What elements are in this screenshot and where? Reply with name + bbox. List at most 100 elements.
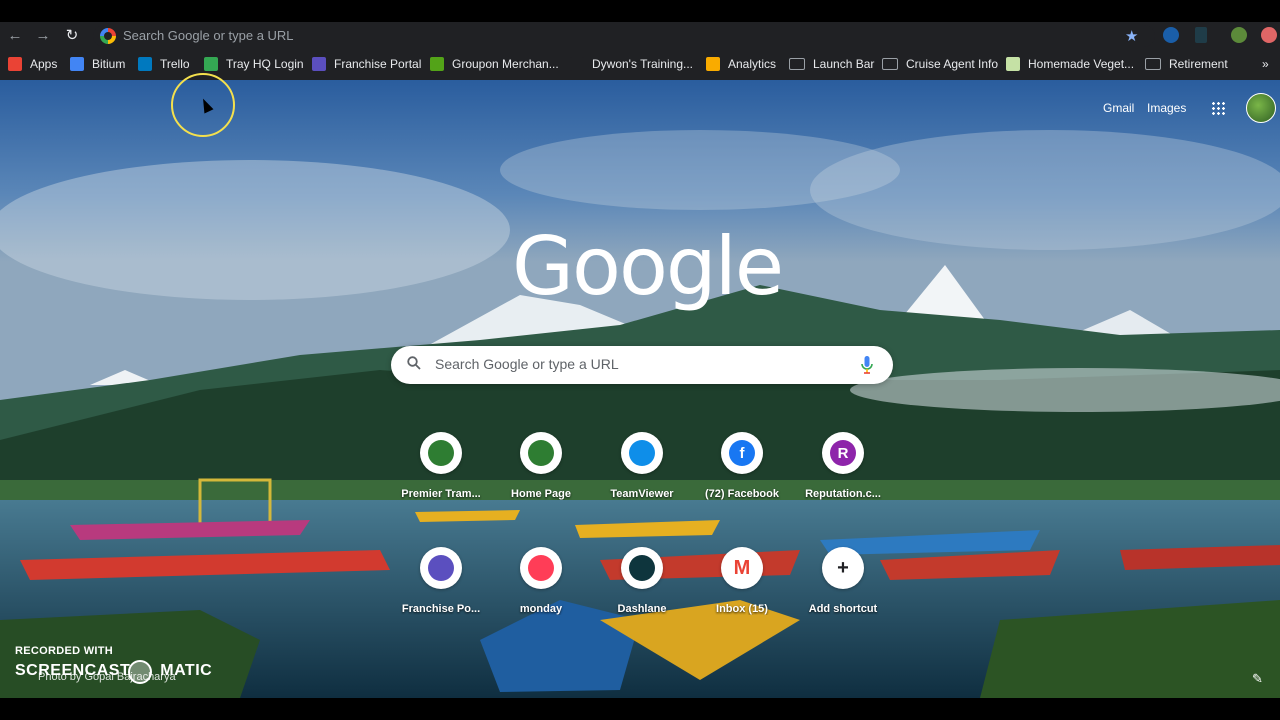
shortcut-tile[interactable]: M Inbox (15) xyxy=(692,541,792,641)
reload-icon[interactable]: ↻ xyxy=(62,26,82,46)
shortcut-icon xyxy=(520,547,562,589)
address-bar-placeholder[interactable]: Search Google or type a URL xyxy=(123,28,294,43)
bookmark-item[interactable]: Tray HQ Login xyxy=(204,57,304,71)
shortcut-tile[interactable]: Premier Tram... xyxy=(391,426,491,526)
shortcut-icon: + xyxy=(822,547,864,589)
watermark-screencast-text: SCREENCAST xyxy=(15,662,131,679)
search-icon xyxy=(407,356,421,370)
shortcut-label: monday xyxy=(519,603,563,615)
folder-icon xyxy=(1145,58,1161,70)
shortcut-glyph xyxy=(629,555,655,581)
shortcut-label: Premier Tram... xyxy=(401,488,481,500)
shortcut-glyph xyxy=(428,440,454,466)
shortcut-label: Inbox (15) xyxy=(716,603,768,615)
groupon-icon xyxy=(430,57,444,71)
shortcut-glyph: + xyxy=(837,556,849,579)
watermark-recorded-with: RECORDED WITH xyxy=(15,645,114,657)
shortcut-glyph: f xyxy=(729,440,755,466)
shortcut-tile[interactable]: R Reputation.c... xyxy=(793,426,893,526)
shortcut-icon xyxy=(520,432,562,474)
bookmark-label: Tray HQ Login xyxy=(226,57,304,71)
bookmark-item[interactable]: Apps xyxy=(8,57,57,71)
gmail-link[interactable]: Gmail xyxy=(1103,101,1134,115)
page-icon xyxy=(1006,57,1020,71)
bookmark-item[interactable]: Dywon's Training... xyxy=(570,57,693,71)
bookmark-item[interactable]: Cruise Agent Info xyxy=(882,57,998,71)
bitium-icon xyxy=(70,57,84,71)
bookmark-item[interactable]: Franchise Portal xyxy=(312,57,421,71)
bookmark-item[interactable]: Bitium xyxy=(70,57,125,71)
search-input[interactable] xyxy=(433,355,837,373)
shortcut-glyph xyxy=(428,555,454,581)
customize-pencil-icon[interactable]: ✎ xyxy=(1252,671,1263,687)
screen-top-border xyxy=(0,0,1280,22)
shortcut-icon: f xyxy=(721,432,763,474)
extension-icon[interactable] xyxy=(1195,27,1207,43)
screen-bottom-border xyxy=(0,698,1280,720)
google-logo: Google xyxy=(512,220,784,313)
search-box[interactable] xyxy=(391,346,893,384)
shortcut-label: Franchise Po... xyxy=(401,603,481,615)
shortcut-tile[interactable]: f (72) Facebook xyxy=(692,426,792,526)
account-avatar[interactable] xyxy=(1246,93,1276,123)
watermark-matic-text: MATIC xyxy=(160,662,213,679)
back-icon[interactable]: ← xyxy=(5,26,25,46)
bookmark-label: Trello xyxy=(160,57,190,71)
shortcut-glyph xyxy=(528,555,554,581)
images-link[interactable]: Images xyxy=(1147,101,1186,115)
github-icon xyxy=(570,57,584,71)
franchise-icon xyxy=(312,57,326,71)
bookmarks-overflow-icon[interactable]: » xyxy=(1262,57,1269,71)
shortcut-icon xyxy=(420,432,462,474)
shortcut-icon xyxy=(621,432,663,474)
bookmark-label: Bitium xyxy=(92,57,126,71)
tray-icon xyxy=(204,57,218,71)
shortcut-label: (72) Facebook xyxy=(705,488,779,500)
google-g-icon xyxy=(100,28,116,44)
bookmark-label: Groupon Merchan... xyxy=(452,57,559,71)
shortcut-tile[interactable]: + Add shortcut xyxy=(793,541,893,641)
shortcut-label: Reputation.c... xyxy=(805,488,881,500)
shortcut-glyph xyxy=(629,440,655,466)
bookmark-label: Analytics xyxy=(728,57,777,71)
microphone-icon[interactable] xyxy=(861,356,873,374)
shortcut-icon: M xyxy=(721,547,763,589)
forward-icon[interactable]: → xyxy=(33,26,53,46)
shortcut-icon xyxy=(621,547,663,589)
bookmark-item[interactable]: Analytics xyxy=(706,57,776,71)
screencast-logo-icon xyxy=(128,660,152,684)
shortcut-label: Dashlane xyxy=(617,603,667,615)
trello-icon xyxy=(138,57,152,71)
bookmark-label: Dywon's Training... xyxy=(592,57,693,71)
shortcut-glyph xyxy=(528,440,554,466)
bookmark-label: Cruise Agent Info xyxy=(906,57,999,71)
folder-icon xyxy=(882,58,898,70)
bookmark-label: Apps xyxy=(30,57,58,71)
bookmark-item[interactable]: Launch Bar xyxy=(789,57,874,71)
update-icon[interactable] xyxy=(1261,27,1277,43)
folder-icon xyxy=(789,58,805,70)
shortcut-label: Add shortcut xyxy=(808,603,878,615)
google-apps-icon[interactable] xyxy=(1211,101,1225,115)
shortcut-tile[interactable]: Dashlane xyxy=(592,541,692,641)
bookmark-item[interactable]: Groupon Merchan... xyxy=(430,57,559,71)
shortcut-tile[interactable]: Franchise Po... xyxy=(391,541,491,641)
shortcut-tile[interactable]: Home Page xyxy=(491,426,591,526)
bookmark-item[interactable]: Homemade Veget... xyxy=(1006,57,1134,71)
shortcut-glyph: R xyxy=(830,440,856,466)
shortcut-tile[interactable]: TeamViewer xyxy=(592,426,692,526)
shortcut-icon: R xyxy=(822,432,864,474)
shortcut-glyph: M xyxy=(733,556,751,579)
shortcut-label: Home Page xyxy=(511,488,571,500)
bookmark-label: Franchise Portal xyxy=(334,57,422,71)
shortcut-tile[interactable]: monday xyxy=(491,541,591,641)
profile-icon[interactable] xyxy=(1231,27,1247,43)
bookmark-item[interactable]: Trello xyxy=(138,57,190,71)
bookmark-item[interactable]: Retirement xyxy=(1145,57,1228,71)
apps-grid-icon xyxy=(8,57,22,71)
extension-icon[interactable] xyxy=(1163,27,1179,43)
analytics-icon xyxy=(706,57,720,71)
watermark-screencast: SCREENCAST MATIC xyxy=(15,662,212,680)
bookmark-star-icon[interactable]: ★ xyxy=(1125,27,1138,45)
bookmark-label: Retirement xyxy=(1169,57,1228,71)
